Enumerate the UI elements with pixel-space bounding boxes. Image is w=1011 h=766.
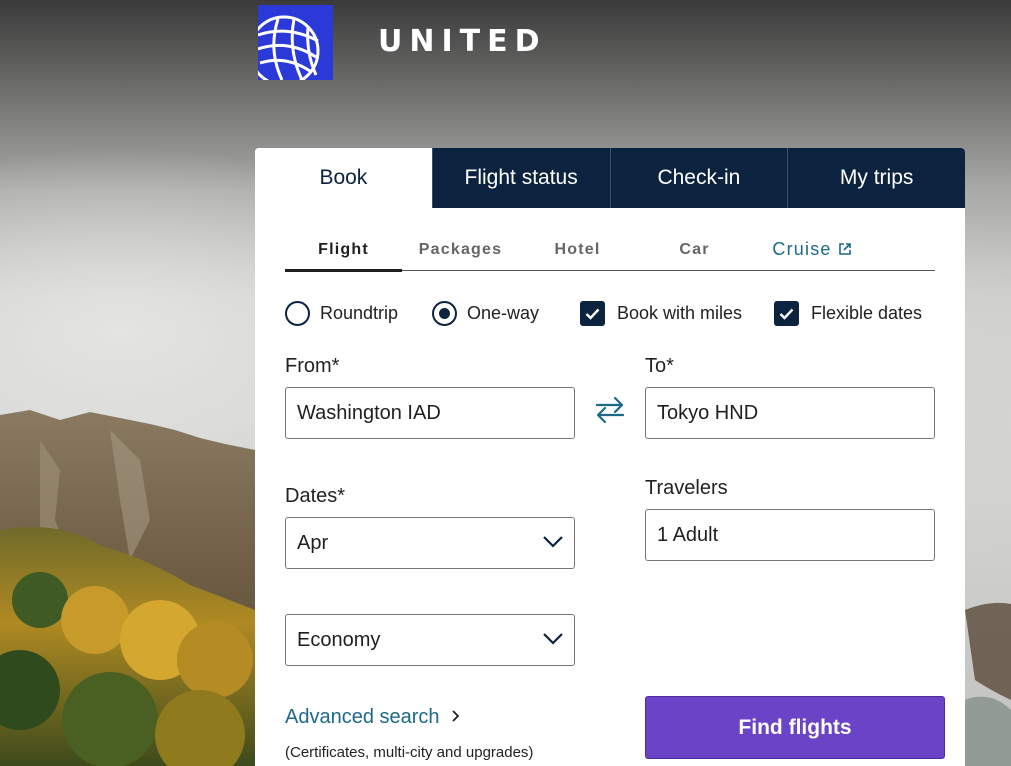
chevron-down-icon: [543, 633, 563, 645]
united-globe-icon[interactable]: [248, 5, 333, 87]
external-link-icon: [838, 243, 851, 255]
subtab-hotel[interactable]: Hotel: [519, 234, 636, 271]
brand-wordmark[interactable]: UNITED: [378, 24, 547, 59]
flexible-dates-label: Flexible dates: [811, 303, 923, 323]
chevron-down-icon: [543, 536, 563, 548]
radio-unselected-icon: [285, 301, 310, 326]
book-with-miles-label: Book with miles: [617, 303, 743, 323]
to-input[interactable]: Tokyo HND: [645, 387, 935, 439]
swap-airports-icon[interactable]: [594, 396, 626, 429]
main-tabs: Book Flight status Check-in My trips: [255, 148, 965, 208]
advanced-search-label: Advanced search: [285, 706, 440, 728]
tab-book[interactable]: Book: [255, 148, 432, 208]
travelers-input[interactable]: 1 Adult: [645, 509, 935, 561]
tab-flight-status[interactable]: Flight status: [431, 148, 610, 208]
advanced-search-note: (Certificates, multi-city and upgrades): [285, 744, 534, 761]
subtab-packages[interactable]: Packages: [402, 234, 519, 271]
from-label: From*: [285, 355, 340, 377]
advanced-search-link[interactable]: Advanced search: [285, 706, 461, 729]
subtab-cruise[interactable]: Cruise: [753, 234, 870, 271]
travelers-label: Travelers: [645, 477, 728, 499]
cabin-dropdown[interactable]: Economy: [285, 614, 575, 666]
dates-value: Apr: [297, 531, 329, 554]
subtab-cruise-label: Cruise: [772, 239, 832, 259]
from-input[interactable]: Washington IAD: [285, 387, 575, 439]
dates-dropdown[interactable]: Apr: [285, 517, 575, 569]
to-label: To*: [645, 355, 674, 377]
radio-selected-icon: [432, 301, 457, 326]
book-with-miles-checkbox[interactable]: Book with miles: [580, 301, 742, 326]
subtab-flight[interactable]: Flight: [285, 234, 402, 272]
checkmark-icon: [774, 301, 799, 326]
flexible-dates-checkbox[interactable]: Flexible dates: [774, 301, 922, 326]
roundtrip-label: Roundtrip: [320, 303, 399, 323]
one-way-label: One-way: [467, 303, 540, 323]
checkmark-icon: [580, 301, 605, 326]
booking-subtabs: Flight Packages Hotel Car Cruise: [285, 234, 935, 272]
cabin-value: Economy: [297, 628, 381, 651]
chevron-right-icon: [452, 710, 460, 722]
one-way-radio[interactable]: One-way: [432, 301, 539, 326]
booking-widget: Book Flight status Check-in My trips Fli…: [255, 148, 965, 766]
tab-check-in[interactable]: Check-in: [609, 148, 788, 208]
dates-label: Dates*: [285, 485, 346, 507]
find-flights-button[interactable]: Find flights: [645, 696, 945, 759]
subtab-car[interactable]: Car: [636, 234, 753, 271]
tab-my-trips[interactable]: My trips: [787, 148, 965, 208]
roundtrip-radio[interactable]: Roundtrip: [285, 301, 398, 326]
